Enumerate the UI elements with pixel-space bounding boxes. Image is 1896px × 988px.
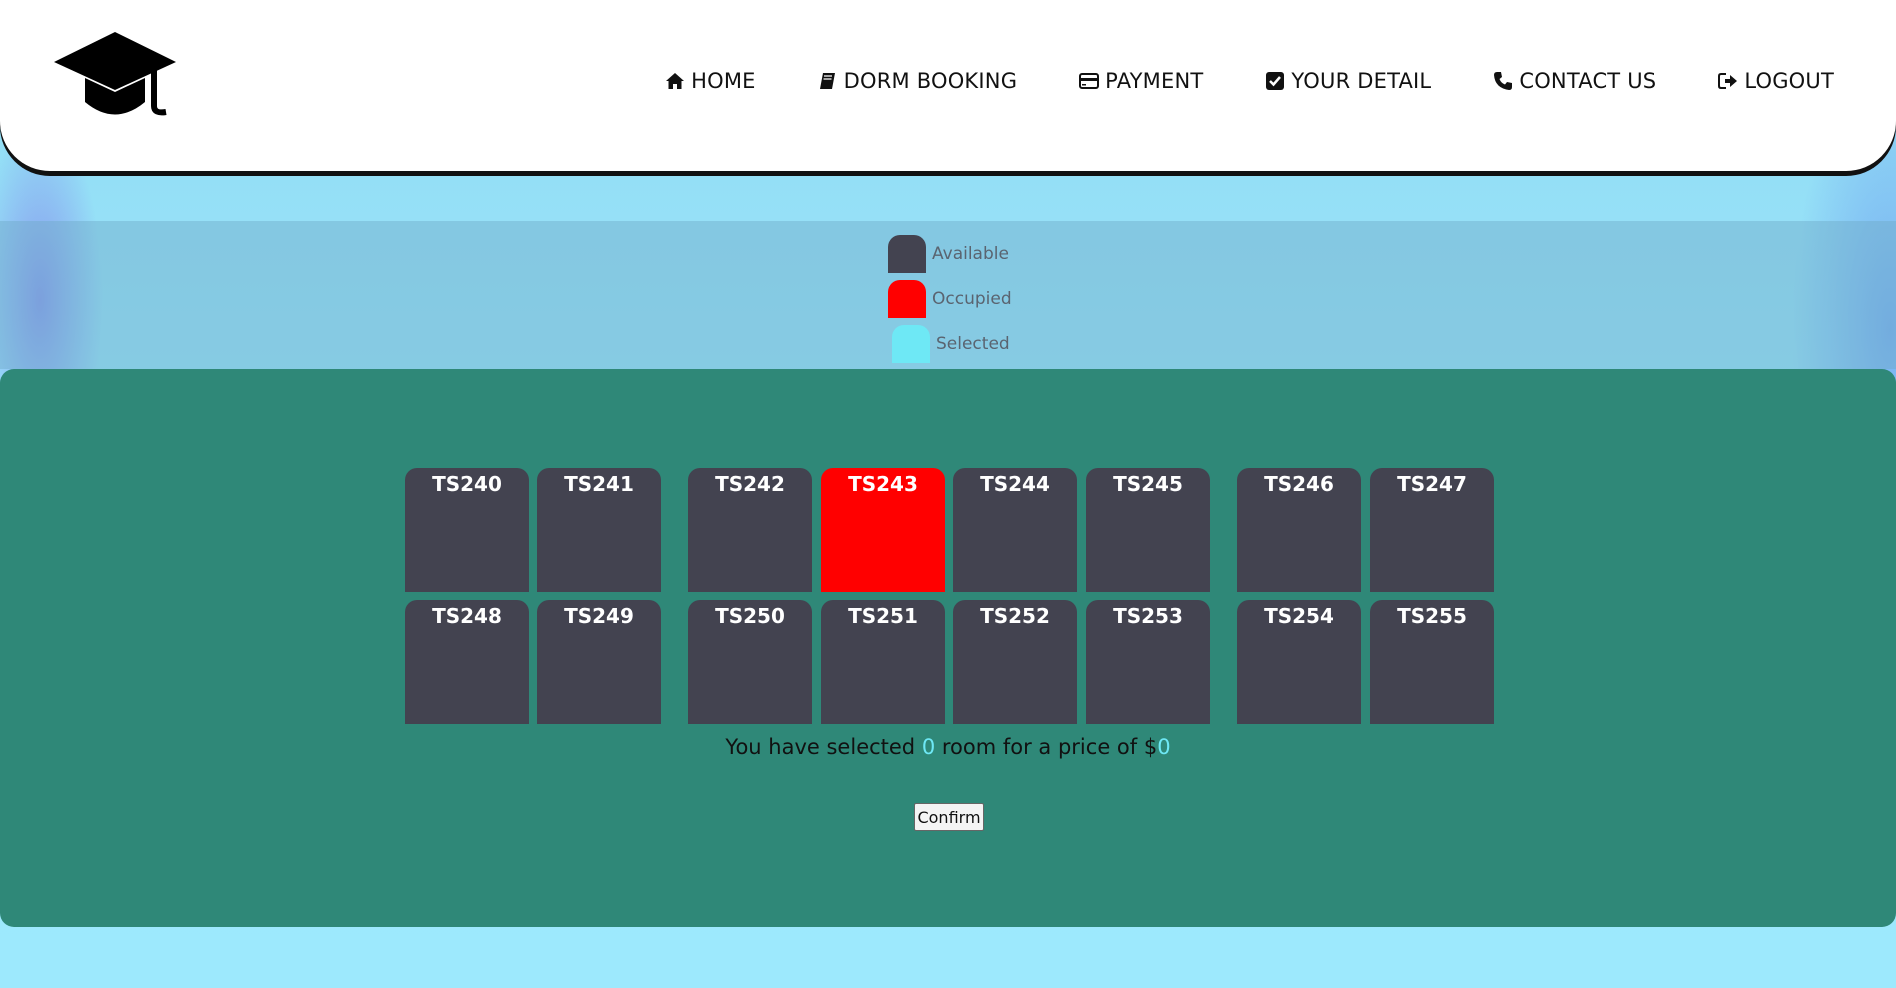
nav-your-detail[interactable]: YOUR DETAIL	[1265, 69, 1431, 93]
nav-contact-us-label: CONTACT US	[1519, 69, 1657, 93]
sign-out-icon	[1718, 73, 1738, 89]
top-navbar: HOME DORM BOOKING PAYMENT YOUR DETAIL CO…	[0, 0, 1896, 171]
room-ts250[interactable]: TS250	[688, 600, 812, 724]
room-ts243[interactable]: TS243	[821, 468, 945, 592]
room-selection-panel: TS240 TS241 TS242 TS243 TS244 TS245 TS24…	[0, 369, 1896, 927]
selected-count: 0	[921, 735, 936, 759]
nav-payment-label: PAYMENT	[1105, 69, 1204, 93]
room-ts247[interactable]: TS247	[1370, 468, 1494, 592]
room-ts242[interactable]: TS242	[688, 468, 812, 592]
legend-available-label: Available	[932, 243, 1009, 264]
nav-your-detail-label: YOUR DETAIL	[1291, 69, 1432, 93]
nav-home-label: HOME	[691, 69, 756, 93]
room-ts244[interactable]: TS244	[953, 468, 1077, 592]
selected-swatch	[892, 324, 930, 363]
nav-contact-us[interactable]: CONTACT US	[1493, 69, 1656, 93]
check-square-icon	[1266, 72, 1285, 90]
home-icon	[666, 73, 685, 89]
room-ts248[interactable]: TS248	[405, 600, 529, 724]
book-icon	[819, 73, 835, 89]
graduation-cap-icon[interactable]	[54, 32, 176, 124]
confirm-button[interactable]: Confirm	[914, 803, 984, 831]
nav-logout-label: LOGOUT	[1744, 69, 1834, 93]
room-ts253[interactable]: TS253	[1086, 600, 1210, 724]
nav-home[interactable]: HOME	[665, 69, 756, 93]
room-ts251[interactable]: TS251	[821, 600, 945, 724]
nav-logout[interactable]: LOGOUT	[1718, 69, 1834, 93]
room-ts252[interactable]: TS252	[953, 600, 1077, 724]
nav-dorm-booking[interactable]: DORM BOOKING	[818, 69, 1018, 93]
legend-selected-label: Selected	[936, 333, 1010, 354]
selection-summary: You have selected 0 room for a price of …	[0, 735, 1896, 759]
room-legend: Available Occupied Selected	[888, 231, 1012, 366]
room-ts254[interactable]: TS254	[1237, 600, 1361, 724]
room-ts246[interactable]: TS246	[1237, 468, 1361, 592]
summary-prefix: You have selected	[725, 735, 922, 759]
nav-dorm-booking-label: DORM BOOKING	[843, 69, 1018, 93]
legend-band: Available Occupied Selected	[0, 221, 1896, 369]
total-price: 0	[1157, 735, 1171, 759]
phone-icon	[1494, 72, 1513, 90]
room-ts249[interactable]: TS249	[537, 600, 661, 724]
legend-occupied: Occupied	[888, 276, 1012, 321]
summary-middle: room for a price of $	[935, 735, 1158, 759]
legend-selected: Selected	[888, 321, 1012, 366]
room-ts241[interactable]: TS241	[537, 468, 661, 592]
legend-available: Available	[888, 231, 1012, 276]
nav-payment[interactable]: PAYMENT	[1079, 69, 1203, 93]
legend-occupied-label: Occupied	[932, 288, 1012, 309]
main-nav: HOME DORM BOOKING PAYMENT YOUR DETAIL CO…	[603, 69, 1834, 93]
room-ts255[interactable]: TS255	[1370, 600, 1494, 724]
available-swatch	[888, 234, 926, 273]
occupied-swatch	[888, 279, 926, 318]
credit-card-icon	[1079, 73, 1100, 89]
room-ts240[interactable]: TS240	[405, 468, 529, 592]
room-ts245[interactable]: TS245	[1086, 468, 1210, 592]
